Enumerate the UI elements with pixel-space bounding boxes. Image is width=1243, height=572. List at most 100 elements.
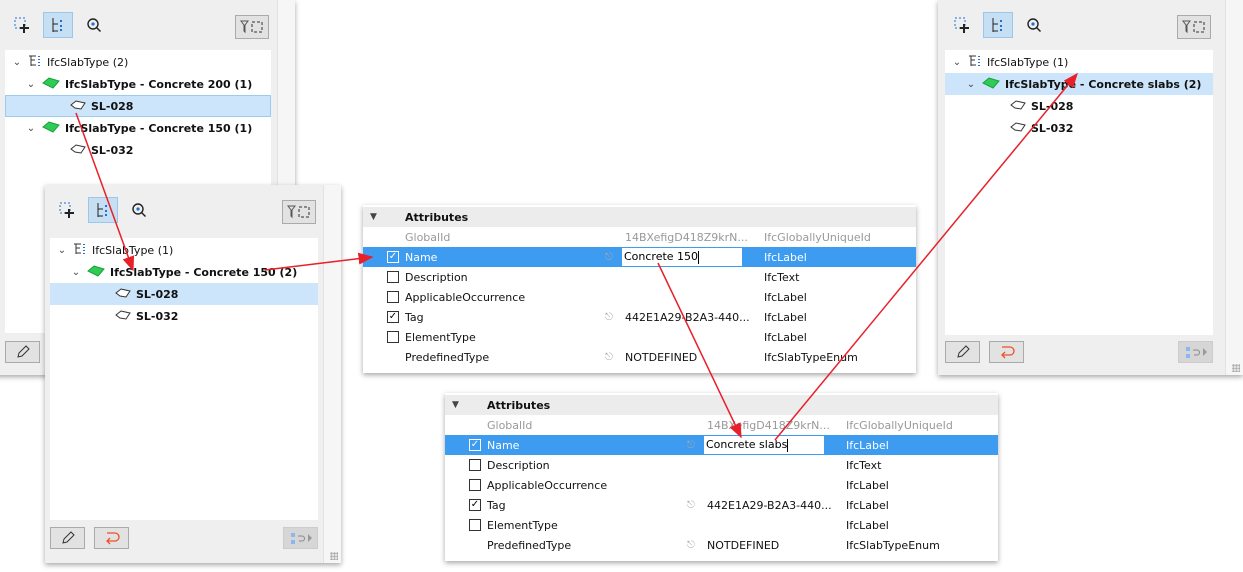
collapse-triangle-icon[interactable]: ▼ (370, 212, 377, 222)
element-tree: ⌄ IfcSlabType (1) ⌄ IfcSlabType - Concrete … (50, 238, 318, 520)
tree-item-label: IfcSlabType (1) (92, 243, 174, 257)
resize-grip[interactable] (1232, 364, 1240, 372)
attribute-checkbox[interactable]: ✓ (469, 499, 481, 511)
tree-item[interactable]: ⌄ IfcSlabType - Concrete 200 (1) (5, 73, 271, 95)
attribute-checkbox[interactable] (469, 519, 481, 531)
chevron-down-icon[interactable]: ⌄ (56, 245, 68, 256)
tree-item[interactable]: SL-028 (945, 95, 1213, 117)
link-icon: ⎋ (605, 251, 613, 263)
attribute-checkbox[interactable]: ✓ (469, 439, 481, 451)
add-selection-button[interactable] (52, 197, 82, 223)
filter-button[interactable] (235, 15, 269, 39)
attribute-checkbox[interactable]: ✓ (387, 251, 399, 263)
attribute-value-input[interactable]: Concrete slabs (704, 436, 824, 454)
attribute-row[interactable]: ✓ Name ⎋ Concrete slabs IfcLabel (445, 435, 998, 455)
attribute-checkbox[interactable] (387, 331, 399, 343)
chevron-down-icon[interactable]: ⌄ (25, 123, 37, 134)
chevron-down-icon[interactable]: ⌄ (951, 57, 963, 68)
link-icon: ⎋ (605, 351, 613, 363)
attributes-panel: ▼ Attributes GlobalId 14BXefigD418Z9krN... I… (445, 393, 998, 561)
filter-button[interactable] (1177, 15, 1211, 39)
attribute-checkbox[interactable] (469, 459, 481, 471)
chevron-down-icon[interactable]: ⌄ (11, 57, 23, 68)
attributes-header[interactable]: ▼ Attributes (363, 207, 916, 227)
tree-view-button[interactable] (983, 12, 1013, 38)
toolbar (7, 12, 109, 40)
edit-button[interactable] (945, 341, 980, 363)
attribute-row[interactable]: ✓ Name ⎋ Concrete 150 IfcLabel (363, 247, 916, 267)
slab-icon (70, 143, 86, 157)
tree-item[interactable]: ⌄ IfcSlabType (2) (5, 51, 271, 73)
tree-item[interactable]: ⌄ IfcSlabType (1) (945, 51, 1213, 73)
attribute-row[interactable]: ✓ Tag ⎋ 442E1A29-B2A3-440... IfcLabel (363, 307, 916, 327)
attribute-name: Tag (487, 498, 506, 512)
attribute-row[interactable]: Description IfcText (445, 455, 998, 475)
chevron-down-icon[interactable]: ⌄ (965, 79, 977, 90)
apply-button[interactable] (1178, 341, 1213, 363)
attribute-type: IfcLabel (764, 330, 807, 344)
attribute-checkbox[interactable]: ✓ (387, 311, 399, 323)
apply-tree-icon (1185, 347, 1207, 358)
collapse-triangle-icon[interactable]: ▼ (452, 400, 459, 410)
attribute-row[interactable]: ApplicableOccurrence IfcLabel (445, 475, 998, 495)
attribute-name: PredefinedType (405, 350, 490, 364)
tree-view-button[interactable] (88, 197, 118, 223)
apply-button[interactable] (283, 527, 318, 549)
attributes-header[interactable]: ▼ Attributes (445, 395, 998, 415)
tree-item[interactable]: ⌄ IfcSlabType - Concrete 150 (2) (50, 261, 318, 283)
tree-item[interactable]: SL-032 (50, 305, 318, 327)
tree-view-button[interactable] (43, 12, 73, 38)
attribute-type: IfcLabel (846, 518, 889, 532)
edit-button[interactable] (50, 527, 85, 549)
link-icon: ⎋ (687, 539, 695, 551)
revert-button[interactable] (94, 527, 129, 549)
attribute-type: IfcSlabTypeEnum (846, 538, 940, 552)
attributes-title: Attributes (487, 398, 551, 412)
tree-item-label: IfcSlabType - Concrete 150 (2) (110, 265, 298, 279)
attribute-row[interactable]: ElementType IfcLabel (363, 327, 916, 347)
tree-item[interactable]: SL-028 (50, 283, 318, 305)
attribute-name: Name (405, 250, 438, 264)
attribute-checkbox[interactable] (387, 291, 399, 303)
attribute-row[interactable]: GlobalId 14BXefigD418Z9krN... IfcGloballyU… (363, 227, 916, 247)
attribute-row[interactable]: ✓ Tag ⎋ 442E1A29-B2A3-440... IfcLabel (445, 495, 998, 515)
search-button[interactable] (124, 197, 154, 223)
tree-item[interactable]: SL-032 (945, 117, 1213, 139)
add-selection-button[interactable] (7, 12, 37, 38)
attribute-row[interactable]: Description IfcText (363, 267, 916, 287)
add-select-icon (14, 17, 29, 33)
tree-item[interactable]: SL-028 (5, 95, 271, 117)
tree-item[interactable]: ⌄ IfcSlabType - Concrete 150 (1) (5, 117, 271, 139)
attribute-name: GlobalId (405, 230, 451, 244)
attribute-row[interactable]: PredefinedType ⎋ NOTDEFINED IfcSlabTypeEnum (363, 347, 916, 367)
tree-view-icon (52, 18, 62, 32)
tree-item[interactable]: ⌄ IfcSlabType - Concrete slabs (2) (945, 73, 1213, 95)
slab-icon (115, 309, 131, 323)
attribute-name: Description (405, 270, 468, 284)
attribute-type: IfcText (846, 458, 882, 472)
attribute-type: IfcLabel (764, 310, 807, 324)
attribute-row[interactable]: GlobalId 14BXefigD418Z9krN... IfcGloballyU… (445, 415, 998, 435)
attribute-row[interactable]: ApplicableOccurrence IfcLabel (363, 287, 916, 307)
tree-item[interactable]: ⌄ IfcSlabType (1) (50, 239, 318, 261)
add-selection-button[interactable] (947, 12, 977, 38)
tree-item-label: SL-032 (1031, 121, 1074, 135)
panel-scroll-strip (1225, 0, 1243, 375)
revert-button[interactable] (989, 341, 1024, 363)
attribute-value-input[interactable]: Concrete 150 (622, 248, 742, 266)
edit-button[interactable] (5, 341, 40, 363)
search-button[interactable] (1019, 12, 1049, 38)
attribute-type: IfcLabel (764, 250, 807, 264)
chevron-down-icon[interactable]: ⌄ (25, 79, 37, 90)
filter-button[interactable] (282, 200, 316, 224)
search-button[interactable] (79, 12, 109, 38)
tree-item[interactable]: SL-032 (5, 139, 271, 161)
attribute-name: ElementType (405, 330, 476, 344)
attribute-row[interactable]: ElementType IfcLabel (445, 515, 998, 535)
attribute-checkbox[interactable] (387, 271, 399, 283)
resize-grip[interactable] (330, 552, 338, 560)
chevron-down-icon[interactable]: ⌄ (70, 267, 82, 278)
link-icon: ⎋ (687, 439, 695, 451)
attribute-checkbox[interactable] (469, 479, 481, 491)
attribute-row[interactable]: PredefinedType ⎋ NOTDEFINED IfcSlabTypeEnum (445, 535, 998, 555)
